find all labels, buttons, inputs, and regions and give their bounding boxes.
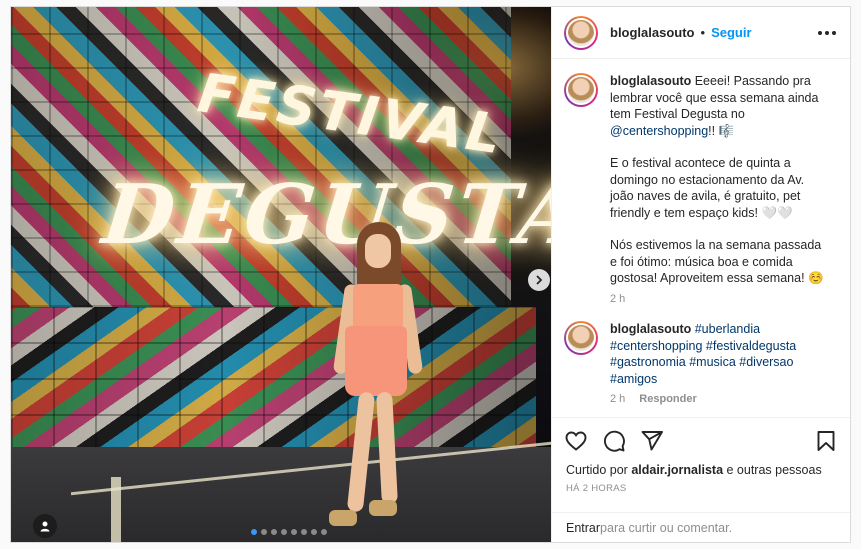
hashtag-link[interactable]: #diversao (739, 355, 793, 369)
login-prompt: Entrar para curtir ou comentar. (552, 512, 850, 542)
mention-link[interactable]: @centershopping (610, 124, 708, 138)
person-figure (329, 222, 429, 532)
reply-button[interactable]: Responder (639, 391, 696, 408)
comment-username[interactable]: bloglalasouto (610, 322, 691, 336)
hashtag-link[interactable]: #musica (689, 355, 736, 369)
carousel-next-button[interactable] (528, 269, 550, 291)
caption: bloglalasouto Eeeei! Passando pra lembra… (564, 73, 838, 307)
carousel-dot (261, 529, 267, 535)
hashtag-link[interactable]: #amigos (610, 372, 657, 386)
avatar[interactable] (564, 321, 598, 355)
caption-time[interactable]: 2 h (610, 291, 625, 308)
comments-section: bloglalasouto Eeeei! Passando pra lembra… (552, 59, 850, 417)
carousel-dot (271, 529, 277, 535)
caption-text-1-end: !! 🎼 (708, 123, 735, 138)
likes-suffix[interactable]: e outras pessoas (723, 463, 822, 477)
share-icon (641, 430, 663, 450)
user-tag-icon (40, 521, 50, 532)
parking-lot-ground (11, 447, 551, 542)
avatar[interactable] (564, 73, 598, 107)
login-link[interactable]: Entrar (566, 521, 600, 535)
post-side-panel: bloglalasouto • Seguir bloglalasouto Eee… (551, 7, 850, 542)
post-modal: FESTIVAL DEGUSTA bloglalasouto • Seguir … (10, 6, 851, 543)
hashtag-link[interactable]: #centershopping (610, 339, 702, 353)
heart-icon (565, 431, 587, 451)
hashtag-comment: bloglalasouto #uberlandia #centershoppin… (564, 321, 838, 408)
likes-summary: Curtido por aldair.jornalista e outras p… (552, 463, 850, 477)
avatar[interactable] (564, 15, 598, 50)
more-options-button[interactable] (818, 30, 836, 35)
share-button[interactable] (640, 429, 664, 453)
caption-text-3: Nós estivemos la na semana passada e foi… (610, 238, 824, 285)
carousel-dot (311, 529, 317, 535)
carousel-dot (291, 529, 297, 535)
carousel-dot (281, 529, 287, 535)
liker-username[interactable]: aldair.jornalista (631, 463, 723, 477)
carousel-dot (251, 529, 257, 535)
carousel-indicator (251, 529, 327, 535)
caption-text-2: E o festival acontece de quinta a doming… (610, 156, 805, 220)
like-button[interactable] (564, 429, 588, 453)
save-button[interactable] (814, 429, 838, 453)
hashtag-link[interactable]: #uberlandia (695, 322, 760, 336)
neon-sign-degusta: DEGUSTA (98, 167, 551, 263)
post-timestamp: HÁ 2 HORAS (566, 483, 627, 494)
carousel-dot (301, 529, 307, 535)
hashtag-link[interactable]: #gastronomia (610, 355, 686, 369)
header-separator: • (700, 25, 706, 40)
carousel-dot (321, 529, 327, 535)
post-header: bloglalasouto • Seguir (552, 7, 850, 59)
chevron-right-icon (536, 275, 543, 285)
hashtag-link[interactable]: #festivaldegusta (706, 339, 796, 353)
caption-username[interactable]: bloglalasouto (610, 74, 691, 88)
comment-time[interactable]: 2 h (610, 391, 625, 408)
login-prompt-text: para curtir ou comentar. (600, 520, 733, 535)
comment-icon (604, 430, 625, 452)
tagged-users-button[interactable] (33, 514, 57, 538)
likes-prefix: Curtido por (566, 463, 632, 477)
more-icon (818, 30, 822, 35)
bookmark-icon (817, 430, 835, 451)
post-photo[interactable]: FESTIVAL DEGUSTA (11, 7, 551, 542)
header-username[interactable]: bloglalasouto (610, 25, 695, 40)
comment-button[interactable] (602, 429, 626, 453)
follow-button[interactable]: Seguir (711, 25, 751, 40)
action-bar (552, 417, 850, 463)
